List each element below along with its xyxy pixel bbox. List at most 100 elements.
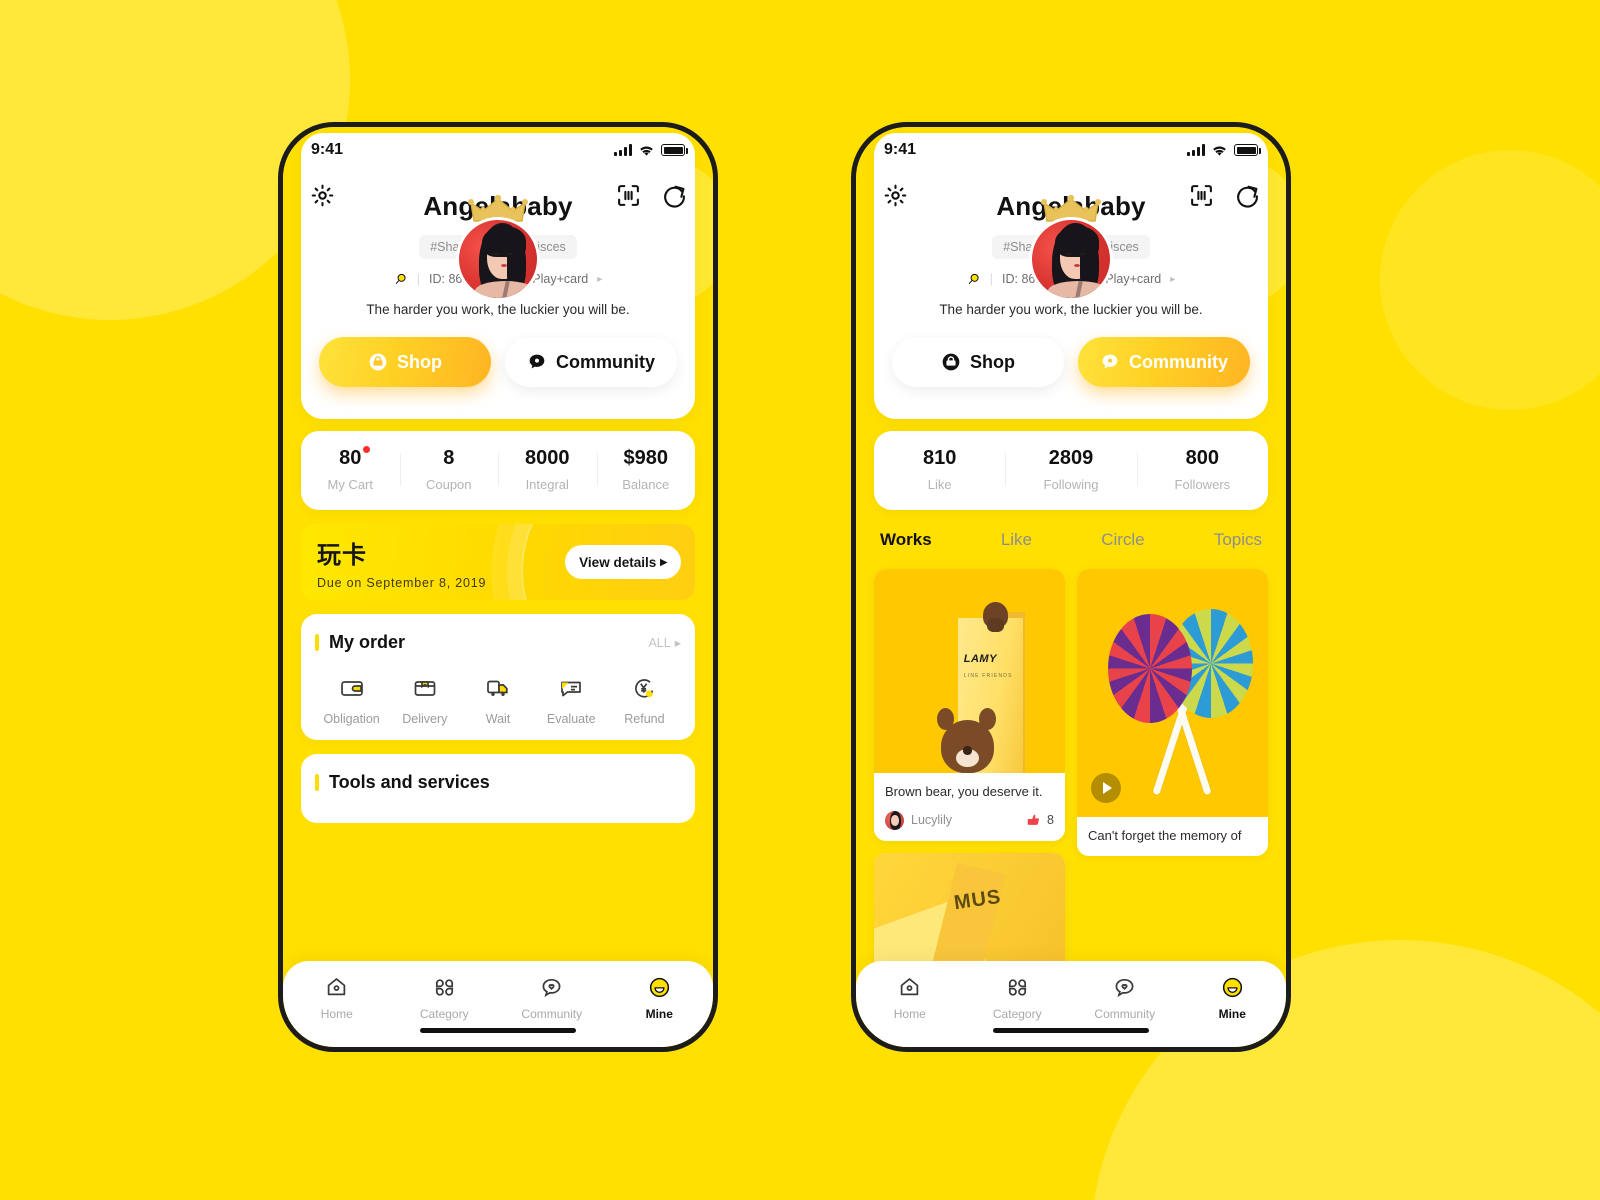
- chevron-right-icon: ▸: [674, 636, 681, 650]
- status-indicators: [1187, 144, 1261, 157]
- tab-label: Circle: [1101, 530, 1145, 549]
- shop-button[interactable]: Shop: [892, 337, 1064, 387]
- top-nav-right: [1188, 182, 1260, 208]
- status-indicators: [614, 144, 688, 157]
- stat-label: Integral: [525, 477, 569, 492]
- my-order-title-wrap: My order: [315, 632, 405, 653]
- segmented-buttons: Shop Community: [319, 337, 677, 397]
- work-card-bear[interactable]: LAMY LINE FRIENDS Brown bear, you deserv…: [874, 569, 1065, 841]
- shop-button[interactable]: Shop: [319, 337, 491, 387]
- gear-icon[interactable]: [309, 182, 335, 208]
- profile-bio: The harder you work, the luckier you wil…: [366, 302, 630, 317]
- lollipop-red: [1107, 613, 1192, 723]
- comment-edit-icon: [535, 673, 608, 703]
- bottom-tab-bar: Home Category Community Mine: [856, 961, 1286, 1047]
- screen-shop: 9:41 #Pisces | ID: Play+card ▸ The harde…: [283, 127, 713, 1047]
- chevron-right-icon: ▸: [660, 554, 667, 569]
- wifi-icon: [640, 146, 653, 156]
- tab-topics[interactable]: Topics: [1214, 530, 1262, 555]
- tab-home[interactable]: Home: [856, 973, 964, 1021]
- tab-works[interactable]: Works: [878, 530, 934, 555]
- work-author[interactable]: Lucylily: [885, 810, 952, 830]
- work-author-name: Lucylily: [911, 813, 952, 828]
- accent-bar: [315, 774, 319, 791]
- work-card-body: Can't forget the memory of: [1077, 817, 1268, 856]
- stat-following[interactable]: 2809 Following: [1005, 447, 1136, 492]
- avatar-with-crown[interactable]: [454, 195, 542, 301]
- tab-home[interactable]: Home: [283, 973, 391, 1021]
- tab-community[interactable]: Community: [1071, 973, 1179, 1021]
- stats-row: 810 Like 2809 Following 800 Followers: [874, 431, 1268, 510]
- gear-icon[interactable]: [882, 182, 908, 208]
- tab-label: Like: [1000, 530, 1033, 549]
- order-item-evaluate[interactable]: Evaluate: [535, 673, 608, 726]
- work-like-count[interactable]: 8: [1026, 812, 1054, 828]
- stat-value: 8000: [525, 447, 570, 469]
- accent-bar: [315, 634, 319, 651]
- package-icon: [388, 673, 461, 703]
- shop-bag-icon: [942, 353, 960, 371]
- chevron-right-icon: ▸: [1170, 273, 1176, 285]
- truck-icon: [461, 673, 534, 703]
- avatar[interactable]: [1029, 217, 1113, 301]
- banner-subtitle: Due on September 8, 2019: [317, 575, 487, 590]
- avatar[interactable]: [456, 217, 540, 301]
- tab-category[interactable]: Category: [964, 973, 1072, 1021]
- wifi-icon: [1213, 146, 1226, 156]
- community-button[interactable]: Community: [1078, 337, 1250, 387]
- cellular-signal-icon: [614, 144, 632, 156]
- stat-like[interactable]: 810 Like: [874, 447, 1005, 492]
- my-order-all-link[interactable]: ALL ▸: [648, 635, 681, 651]
- order-item-obligation[interactable]: Obligation: [315, 673, 388, 726]
- stat-label: Following: [1043, 477, 1099, 492]
- view-details-label: View details: [579, 554, 657, 570]
- top-nav-right: [615, 182, 687, 208]
- shop-bag-icon: [369, 353, 387, 371]
- status-time: 9:41: [884, 141, 917, 158]
- stats-row: 80 My Cart 8 Coupon 8000 Integral $980 B…: [301, 431, 695, 510]
- stat-balance[interactable]: $980 Balance: [596, 447, 696, 492]
- order-item-wait[interactable]: Wait: [461, 673, 534, 726]
- play-card-banner[interactable]: 玩卡 Due on September 8, 2019 View details…: [301, 524, 695, 600]
- stat-my-cart[interactable]: 80 My Cart: [301, 446, 400, 492]
- stat-integral[interactable]: 8000 Integral: [498, 447, 597, 492]
- my-order-header: My order ALL ▸: [315, 632, 681, 653]
- tab-label: Category: [419, 1007, 469, 1021]
- search-badge-icon: [395, 273, 406, 284]
- stat-followers[interactable]: 800 Followers: [1136, 447, 1268, 492]
- scan-code-icon[interactable]: [1188, 182, 1214, 208]
- tools-and-services-panel: Tools and services: [301, 754, 695, 823]
- order-item-refund[interactable]: Refund: [608, 673, 681, 726]
- stat-label: Coupon: [425, 477, 472, 492]
- tab-mine[interactable]: Mine: [606, 973, 714, 1021]
- tools-title: Tools and services: [329, 772, 490, 792]
- status-bar: 9:41: [283, 127, 713, 173]
- tab-category[interactable]: Category: [391, 973, 499, 1021]
- avatar-with-crown[interactable]: [1027, 195, 1115, 301]
- tab-community[interactable]: Community: [498, 973, 606, 1021]
- share-icon[interactable]: [661, 182, 687, 208]
- view-details-button[interactable]: View details ▸: [565, 545, 681, 579]
- share-icon[interactable]: [1234, 182, 1260, 208]
- stat-coupon[interactable]: 8 Coupon: [399, 447, 499, 492]
- tab-circle[interactable]: Circle: [1101, 530, 1144, 555]
- chat-bubble-icon: [1102, 354, 1118, 369]
- work-card-lollipop[interactable]: Can't forget the memory of: [1077, 569, 1268, 856]
- status-bar: 9:41: [856, 127, 1286, 173]
- play-button[interactable]: [1091, 773, 1121, 803]
- status-time: 9:41: [311, 141, 344, 158]
- tab-like[interactable]: Like: [1001, 530, 1032, 555]
- order-status-icons: Obligation Delivery Wait Evaluate Refund: [315, 673, 681, 726]
- work-meta: Lucylily 8: [885, 810, 1054, 830]
- stat-label: Balance: [622, 477, 670, 492]
- tab-mine[interactable]: Mine: [1179, 973, 1287, 1021]
- order-item-delivery[interactable]: Delivery: [388, 673, 461, 726]
- phone-mockup-community: 9:41 #Pisces | ID: Play+card ▸ The harde…: [851, 122, 1291, 1052]
- community-button[interactable]: Community: [505, 337, 677, 387]
- tab-label: Mine: [1218, 1007, 1246, 1021]
- home-icon: [856, 973, 964, 1001]
- smiley-icon: [606, 973, 714, 1001]
- order-item-label: Delivery: [402, 712, 448, 726]
- banner-text: 玩卡 Due on September 8, 2019: [317, 535, 486, 590]
- scan-code-icon[interactable]: [615, 182, 641, 208]
